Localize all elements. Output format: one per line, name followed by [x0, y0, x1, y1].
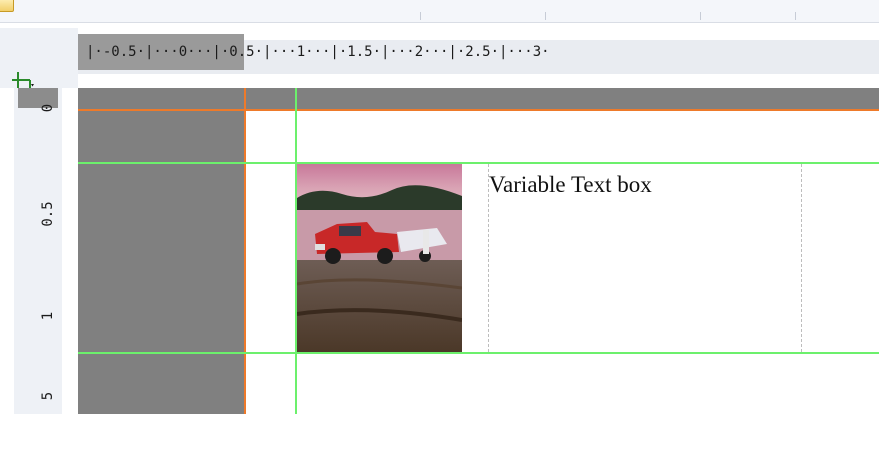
- toolbar-separator: [700, 12, 701, 20]
- alignment-guide-top: [78, 162, 879, 164]
- toolbar-separator: [420, 12, 421, 20]
- ruler-label: 5: [40, 391, 56, 401]
- text-box-content[interactable]: Variable Text box: [489, 172, 801, 198]
- left-margin-area: [78, 88, 244, 414]
- alignment-guide-bottom: [78, 352, 879, 354]
- margin-guide-vertical: [244, 88, 246, 414]
- ruler-scale: |·-0.5·|···0···|·0.5·|···1···|·1.5·|···2…: [86, 44, 550, 60]
- truck-photo[interactable]: [297, 164, 462, 352]
- ruler-scale: 0 0.5 1 5: [38, 88, 58, 414]
- variable-text-box[interactable]: Variable Text box: [488, 164, 802, 352]
- margin-guide-horizontal: [78, 109, 879, 111]
- top-margin-area: [244, 88, 879, 110]
- toolbar-separator: [795, 12, 796, 20]
- horizontal-ruler[interactable]: |·-0.5·|···0···|·0.5·|···1···|·1.5·|···2…: [78, 28, 879, 89]
- toolbar-strip: [0, 0, 879, 23]
- ruler-corner[interactable]: [0, 28, 78, 88]
- vertical-ruler[interactable]: 0 0.5 1 5: [0, 88, 79, 414]
- page-canvas[interactable]: Variable Text box: [78, 88, 879, 414]
- alignment-guide-vertical: [295, 88, 297, 414]
- document-icon: [0, 0, 14, 12]
- variable-image-box[interactable]: [297, 164, 462, 352]
- toolbar-separator: [545, 12, 546, 20]
